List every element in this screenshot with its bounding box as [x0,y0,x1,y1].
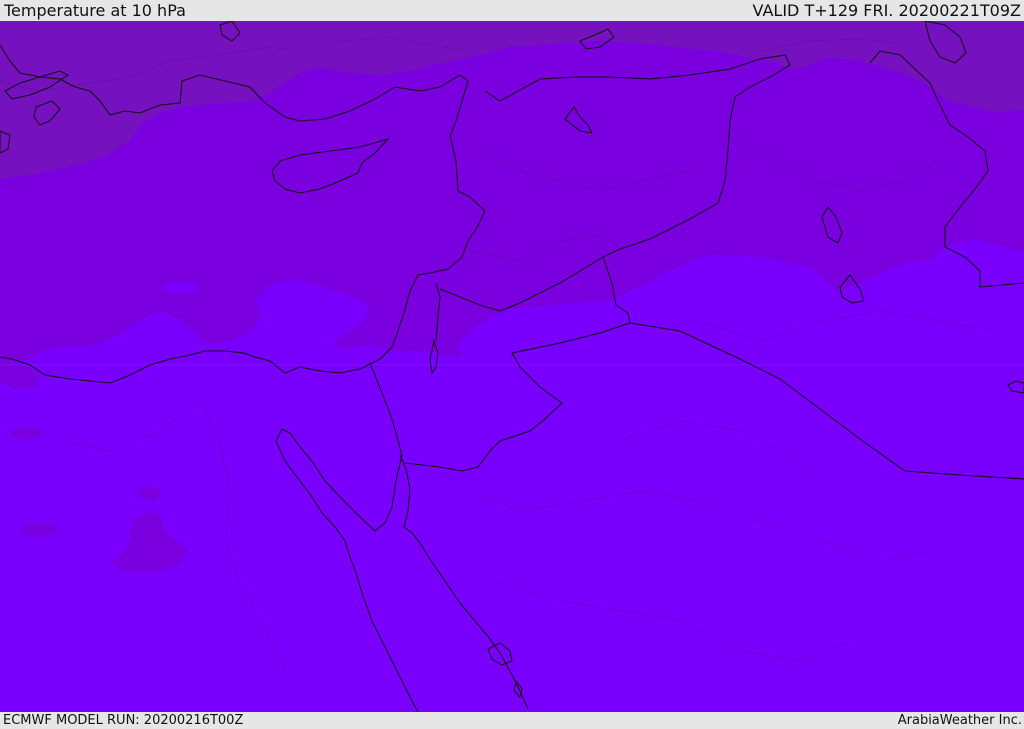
footer-bar: ECMWF MODEL RUN: 20200216T00Z ArabiaWeat… [0,712,1024,729]
map-title: Temperature at 10 hPa [4,1,186,20]
map-canvas [0,21,1024,712]
mid-pocket [20,523,58,537]
mid-pocket [11,427,41,439]
temperature-map [0,21,1024,712]
credit: ArabiaWeather Inc. [897,713,1022,728]
cold-pocket [162,282,198,294]
valid-time: VALID T+129 FRI. 20200221T09Z [752,1,1021,20]
mid-pocket [138,486,160,500]
header-bar: Temperature at 10 hPa VALID T+129 FRI. 2… [0,0,1024,21]
model-run: ECMWF MODEL RUN: 20200216T00Z [3,713,244,728]
